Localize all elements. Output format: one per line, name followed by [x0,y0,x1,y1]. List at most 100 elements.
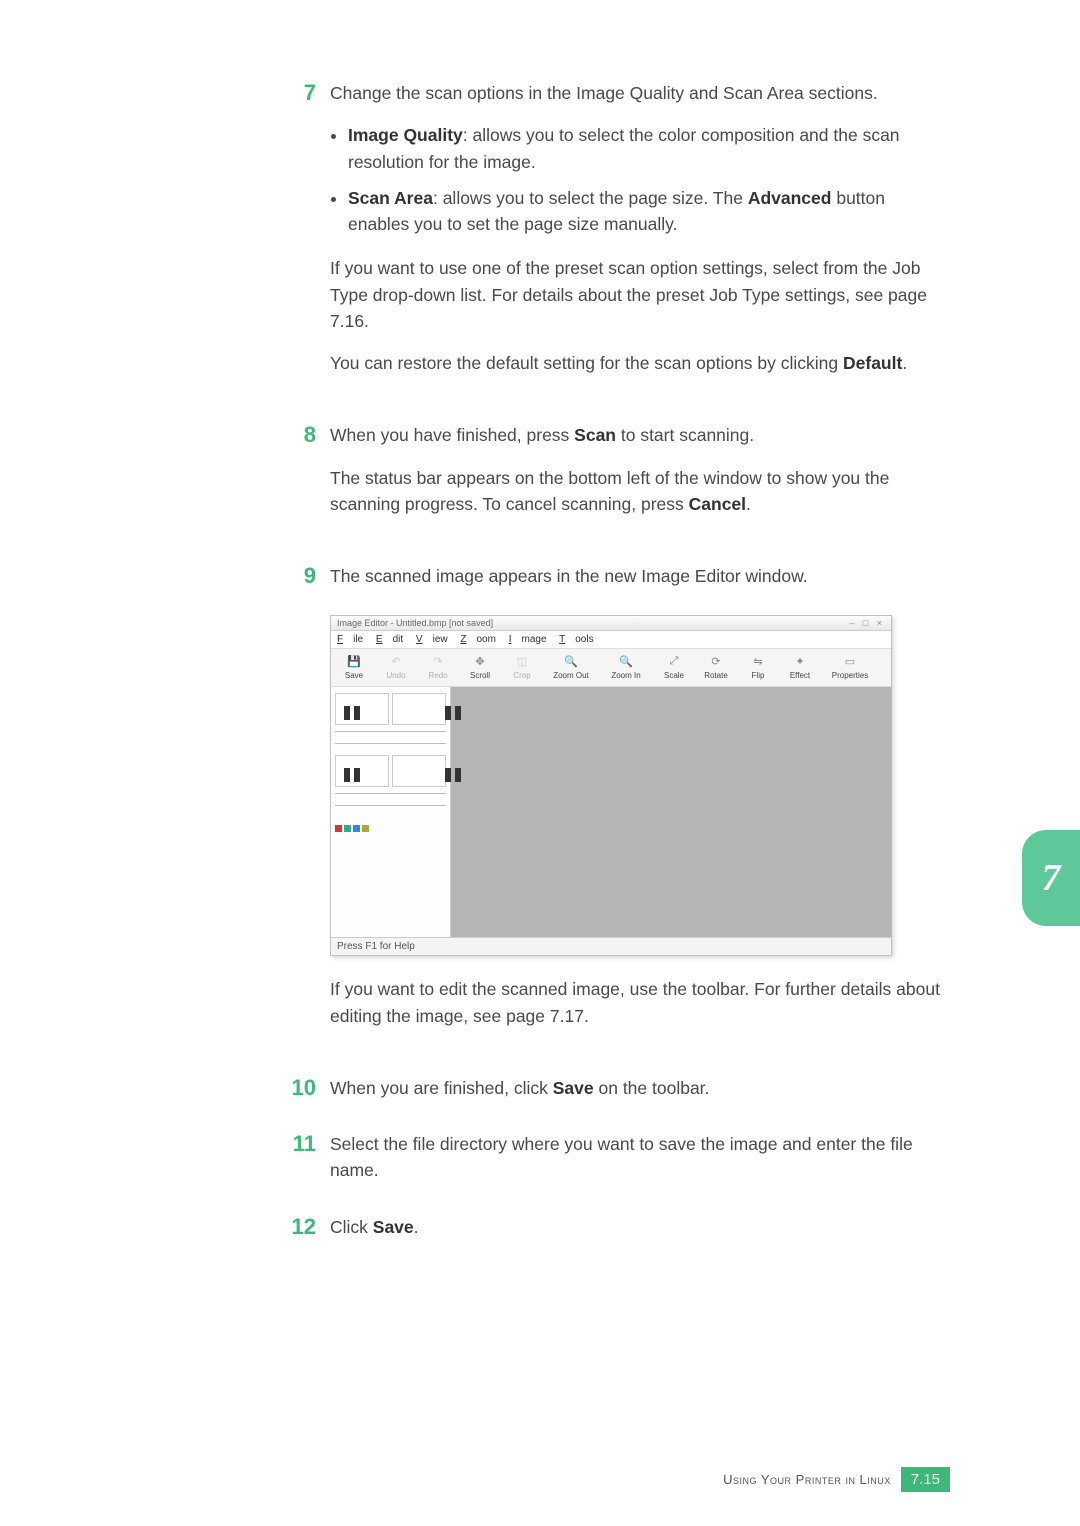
step7-intro: Change the scan options in the Image Qua… [330,80,950,106]
toolbar-rotate-button[interactable]: ⟳ Rotate [695,653,737,682]
footer-page-number: 7.15 [901,1467,950,1492]
toolbar-zoomout-button[interactable]: 🔍 Zoom Out [543,653,599,682]
toolbar-flip-button[interactable]: ⇋ Flip [737,653,779,682]
menu-zoom[interactable]: Zoom [460,634,496,645]
bullet-scan-area: Scan Area: allows you to select the page… [348,185,950,238]
toolbar-save-label: Save [345,671,363,680]
thumbnail-divider [335,793,446,803]
step8-line2-a: The status bar appears on the bottom lef… [330,468,889,514]
step-number: 8 [280,422,330,533]
label-save: Save [553,1078,594,1098]
step-9-after: If you want to edit the scanned image, u… [280,976,950,1045]
toolbar-flip-label: Flip [752,671,765,680]
editor-statusbar: Press F1 for Help [331,937,891,955]
step-7: 7 Change the scan options in the Image Q… [280,80,950,392]
toolbar-zoomin-label: Zoom In [611,671,640,680]
thumbnail-icon [335,693,389,725]
toolbar-crop-label: Crop [513,671,530,680]
thumbnail-divider [335,743,446,753]
toolbar-scale-label: Scale [664,671,684,680]
save-icon: 💾 [337,655,371,669]
editor-menubar: FFileile Edit View Zoom Image Tools [331,631,891,649]
window-controls-icon: – □ × [849,618,885,628]
properties-icon: ▭ [825,655,875,669]
toolbar-redo-button[interactable]: ↷ Redo [417,653,459,682]
menu-edit[interactable]: Edit [376,634,403,645]
step-number: 7 [280,80,330,392]
bullet-image-quality: Image Quality: allows you to select the … [348,122,950,175]
step11-text: Select the file directory where you want… [330,1131,950,1184]
label-default: Default [843,353,902,373]
step-9: 9 The scanned image appears in the new I… [280,563,950,605]
thumbnail-divider [335,805,446,815]
redo-icon: ↷ [421,655,455,669]
toolbar-crop-button[interactable]: ◫ Crop [501,653,543,682]
thumbnail-icon [335,755,389,787]
step-8: 8 When you have finished, press Scan to … [280,422,950,533]
toolbar-undo-label: Undo [386,671,405,680]
toolbar-scroll-label: Scroll [470,671,490,680]
step10-text: When you are finished, click Save on the… [330,1075,950,1101]
step10-b: on the toolbar. [594,1078,710,1098]
step-10: 10 When you are finished, click Save on … [280,1075,950,1101]
editor-titlebar: Image Editor - Untitled.bmp [not saved] … [331,616,891,631]
toolbar-properties-button[interactable]: ▭Properties [821,653,879,682]
step-12: 12 Click Save. [280,1214,950,1240]
flip-icon: ⇋ [741,655,775,669]
zoom-out-icon: 🔍 [547,655,595,669]
step9-after: If you want to edit the scanned image, u… [330,976,950,1029]
toolbar-zoomin-button[interactable]: 🔍 Zoom In [599,653,653,682]
thumbnail-icon [392,693,446,725]
zoom-in-icon: 🔍 [603,655,649,669]
scroll-icon: ✥ [463,655,497,669]
editor-body [331,687,891,937]
effect-icon: ✦ [783,655,817,669]
undo-icon: ↶ [379,655,413,669]
step12-a: Click [330,1217,373,1237]
step8-line1: When you have finished, press Scan to st… [330,422,950,448]
toolbar-effect-button[interactable]: ✦ Effect [779,653,821,682]
step8-line2-b: . [746,494,751,514]
step7-jobtype: If you want to use one of the preset sca… [330,255,950,334]
step10-a: When you are finished, click [330,1078,553,1098]
thumbnail-divider [335,731,446,741]
crop-icon: ◫ [505,655,539,669]
menu-file[interactable]: FFileile [337,634,363,645]
page-footer: Using Your Printer in Linux 7.15 [723,1467,950,1492]
step9-intro: The scanned image appears in the new Ima… [330,563,950,589]
thumbnail-icon [392,755,446,787]
toolbar-save-button[interactable]: 💾 Save [333,653,375,682]
editor-thumbnail-panel [331,687,451,937]
toolbar-redo-label: Redo [428,671,447,680]
step-body: When you have finished, press Scan to st… [330,422,950,533]
step-number-spacer [280,976,330,1045]
step7-default-b: . [902,353,907,373]
step-body: Change the scan options in the Image Qua… [330,80,950,392]
step-number: 12 [280,1214,330,1240]
toolbar-effect-label: Effect [790,671,810,680]
menu-view[interactable]: View [416,634,448,645]
step12-text: Click Save. [330,1214,950,1240]
step7-default-a: You can restore the default setting for … [330,353,843,373]
bullet-scan-area-text-a: : allows you to select the page size. Th… [433,188,748,208]
toolbar-scale-button[interactable]: ⤢Scale [653,653,695,682]
step12-b: . [414,1217,419,1237]
toolbar-undo-button[interactable]: ↶ Undo [375,653,417,682]
step8-line1-a: When you have finished, press [330,425,574,445]
step7-bullets: Image Quality: allows you to select the … [330,122,950,237]
editor-toolbar: 💾 Save ↶ Undo ↷ Redo ✥ Scroll ◫ Crop 🔍 Zoom Ou… [331,649,891,687]
toolbar-scroll-button[interactable]: ✥ Scroll [459,653,501,682]
toolbar-zoomout-label: Zoom Out [553,671,589,680]
step-body: When you are finished, click Save on the… [330,1075,950,1101]
rotate-icon: ⟳ [699,655,733,669]
color-swatches [335,819,446,829]
label-scan: Scan [574,425,616,445]
toolbar-rotate-label: Rotate [704,671,728,680]
menu-image[interactable]: Image [509,634,547,645]
image-editor-screenshot: Image Editor - Untitled.bmp [not saved] … [330,615,892,956]
step8-line1-b: to start scanning. [616,425,754,445]
step-number: 11 [280,1131,330,1184]
editor-canvas[interactable] [451,687,891,937]
menu-tools[interactable]: Tools [559,634,593,645]
footer-text: Using Your Printer in Linux [723,1472,891,1487]
